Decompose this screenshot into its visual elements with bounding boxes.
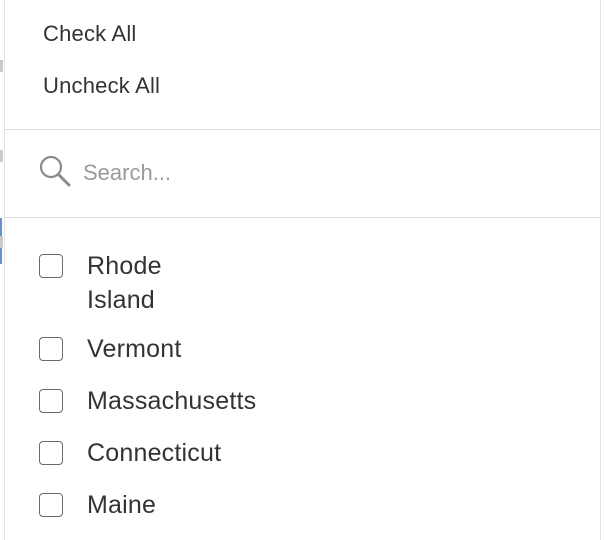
multi-select-dropdown: Check All Uncheck All Rhode Island Vermo… bbox=[4, 0, 601, 540]
background-edge-mark bbox=[0, 150, 3, 162]
checkbox[interactable] bbox=[39, 337, 63, 361]
uncheck-all-button[interactable]: Uncheck All bbox=[43, 73, 160, 99]
search-input[interactable] bbox=[79, 156, 567, 190]
search-row bbox=[5, 130, 600, 217]
background-edge-mark bbox=[0, 60, 3, 72]
option-maine[interactable]: Maine bbox=[39, 488, 156, 522]
checkbox[interactable] bbox=[39, 493, 63, 517]
option-label: Maine bbox=[87, 491, 157, 519]
page: Check All Uncheck All Rhode Island Vermo… bbox=[0, 0, 606, 540]
checkbox[interactable] bbox=[39, 389, 63, 413]
search-icon bbox=[38, 154, 72, 188]
option-rhode-island[interactable]: Rhode Island bbox=[39, 249, 197, 317]
option-massachusetts[interactable]: Massachusetts bbox=[39, 384, 256, 418]
option-label: Connecticut bbox=[87, 439, 222, 467]
divider bbox=[5, 217, 600, 218]
option-label: Vermont bbox=[87, 335, 182, 363]
check-all-button[interactable]: Check All bbox=[43, 21, 137, 47]
checkbox[interactable] bbox=[39, 441, 63, 465]
background-edge-mark bbox=[0, 236, 3, 248]
option-label: Massachusetts bbox=[87, 387, 257, 415]
option-vermont[interactable]: Vermont bbox=[39, 332, 182, 366]
option-connecticut[interactable]: Connecticut bbox=[39, 436, 221, 470]
option-label: Rhode Island bbox=[87, 252, 162, 314]
checkbox[interactable] bbox=[39, 254, 63, 278]
